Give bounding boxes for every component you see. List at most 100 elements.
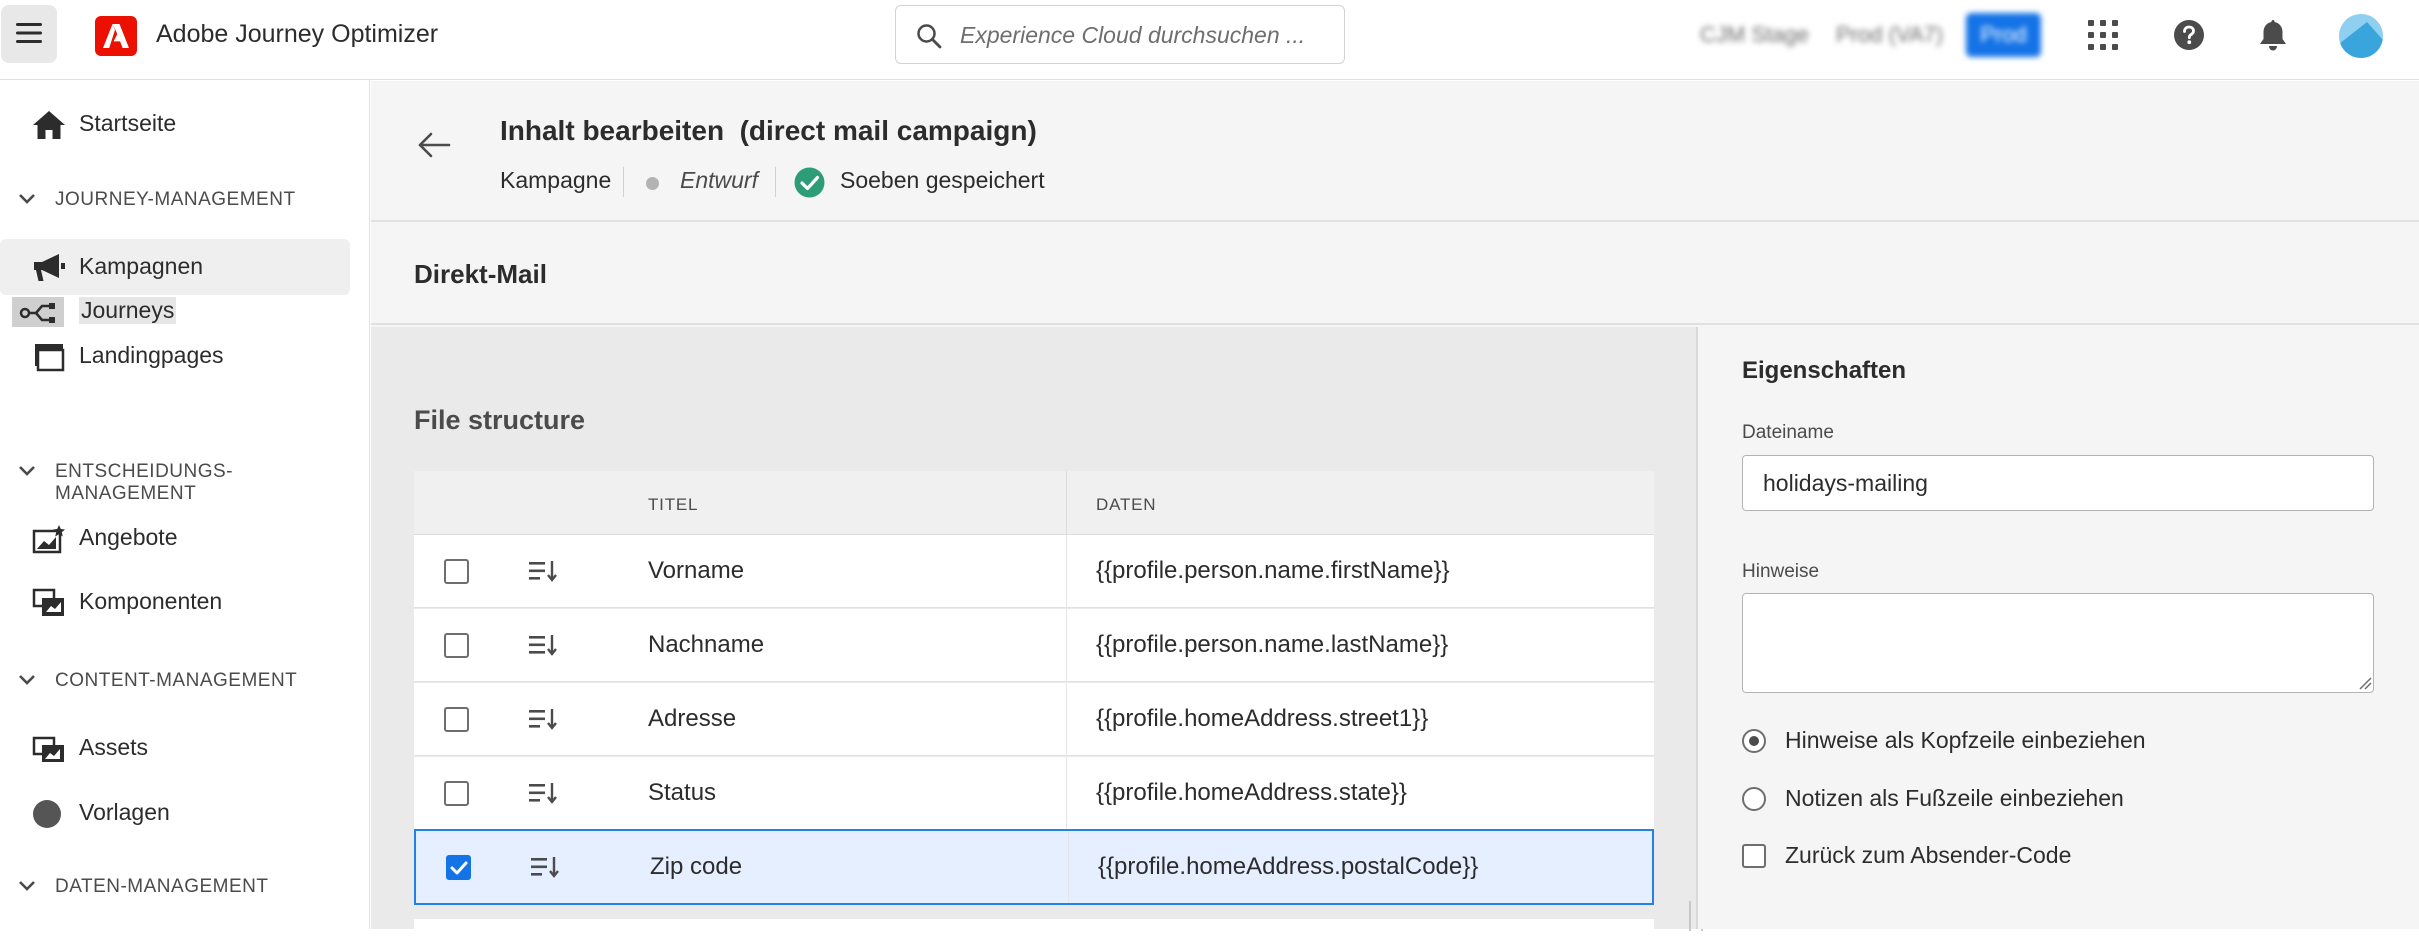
adobe-logo[interactable] (95, 16, 137, 56)
sidebar-item-label: Vorlagen (79, 799, 170, 825)
page-header: Inhalt bearbeiten (direct mail campaign)… (371, 81, 2419, 222)
row-title: Nachname (648, 631, 765, 658)
notes-textarea[interactable] (1742, 593, 2374, 693)
section-data-management[interactable]: DATEN-MANAGEMENT (0, 867, 370, 907)
reorder-icon[interactable] (528, 633, 558, 657)
table-row[interactable]: Nachname {{profile.person.name.lastName}… (414, 609, 1654, 682)
templates-icon (33, 800, 61, 828)
resize-grip-icon[interactable] (2358, 676, 2372, 690)
reorder-icon[interactable] (528, 781, 558, 805)
filename-label: Dateiname (1742, 422, 1834, 443)
cell-divider (1068, 831, 1069, 903)
sidebar-item-landingpages[interactable]: Landingpages (0, 328, 350, 384)
option-label: Notizen als Fußzeile einbeziehen (1785, 785, 2124, 811)
option-label: Hinweise als Kopfzeile einbeziehen (1785, 727, 2146, 753)
properties-panel: Eigenschaften Dateiname Hinweise Hinweis… (1699, 327, 2419, 929)
row-checkbox[interactable] (444, 559, 469, 584)
cell-divider (1066, 535, 1067, 607)
row-title: Zip code (650, 853, 743, 880)
channel-bar: Direkt-Mail (371, 224, 2419, 325)
table-row[interactable] (414, 919, 1654, 939)
column-header-data[interactable]: DATEN (1096, 495, 1156, 515)
top-bar: Adobe Journey Optimizer CJM Stage Prod (… (0, 0, 2419, 80)
panel-splitter[interactable] (1696, 327, 1698, 929)
table-row[interactable]: Adresse {{profile.homeAddress.street1}} (414, 683, 1654, 756)
chevron-down-icon (19, 466, 35, 476)
reorder-icon[interactable] (528, 707, 558, 731)
file-structure-panel: File structure TITEL DATEN Vorname {{pro… (371, 327, 1697, 939)
table-row[interactable]: Status {{profile.homeAddress.state}} (414, 757, 1654, 830)
row-data: {{profile.homeAddress.street1}} (1096, 705, 1429, 732)
org-switcher[interactable]: CJM Stage (1700, 22, 1809, 48)
help-icon[interactable] (2173, 19, 2205, 51)
sidebar: Startseite JOURNEY-MANAGEMENT Kampagnen … (0, 80, 370, 929)
notes-label: Hinweise (1742, 561, 1820, 582)
apps-grid-icon[interactable] (2087, 19, 2119, 51)
sidebar-item-label: Startseite (79, 110, 177, 136)
global-search[interactable] (895, 5, 1345, 64)
window-icon (35, 344, 65, 372)
environment-button[interactable]: Prod (1966, 13, 2041, 57)
row-data: {{profile.person.name.lastName}} (1096, 631, 1449, 658)
radio-selected[interactable] (1742, 729, 1766, 753)
row-data: {{profile.person.name.firstName}} (1096, 557, 1450, 584)
section-label: DATEN-MANAGEMENT (55, 876, 269, 897)
sidebar-item-assets[interactable]: Assets (0, 720, 350, 776)
search-input[interactable] (958, 16, 1328, 54)
section-decision-management[interactable]: ENTSCHEIDUNGS-MANAGEMENT (0, 452, 370, 504)
row-checkbox[interactable] (444, 633, 469, 658)
option-return-sender-code[interactable]: Zurück zum Absender-Code (1742, 839, 2382, 873)
adobe-icon (103, 24, 129, 48)
section-content-management[interactable]: CONTENT-MANAGEMENT (0, 661, 370, 701)
notifications-bell-icon[interactable] (2258, 18, 2288, 52)
filename-input[interactable] (1742, 455, 2374, 511)
sidebar-item-label: Kampagnen (79, 253, 204, 279)
row-checkbox[interactable] (444, 781, 469, 806)
sidebar-item-label: Angebote (79, 524, 178, 550)
sidebar-item-home[interactable]: Startseite (0, 96, 350, 152)
option-notes-as-header[interactable]: Hinweise als Kopfzeile einbeziehen (1742, 724, 2382, 758)
search-icon (917, 24, 942, 49)
checkbox-unchecked[interactable] (1742, 844, 1766, 868)
row-checkbox[interactable] (444, 707, 469, 732)
column-header-title[interactable]: TITEL (648, 495, 698, 515)
channel-title: Direkt-Mail (414, 259, 547, 289)
row-title: Vorname (648, 557, 745, 584)
megaphone-icon (34, 254, 65, 281)
radio-unselected[interactable] (1742, 787, 1766, 811)
reorder-icon[interactable] (528, 559, 558, 583)
option-notes-as-footer[interactable]: Notizen als Fußzeile einbeziehen (1742, 782, 2382, 816)
chevron-down-icon (19, 675, 35, 685)
sidebar-item-label: Journeys (79, 297, 177, 324)
row-title: Status (648, 779, 717, 806)
sidebar-item-offers[interactable]: Angebote (0, 510, 350, 566)
hamburger-icon (16, 23, 42, 43)
sidebar-item-components[interactable]: Komponenten (0, 574, 350, 630)
sidebar-item-templates[interactable]: Vorlagen (0, 785, 350, 841)
reorder-icon[interactable] (530, 855, 560, 879)
offers-icon (32, 525, 65, 554)
main-content: Inhalt bearbeiten (direct mail campaign)… (371, 81, 2419, 939)
page-title: Inhalt bearbeiten (direct mail campaign) (500, 115, 1037, 146)
components-icon (32, 588, 64, 616)
table-row-selected[interactable]: Zip code {{profile.homeAddress.postalCod… (414, 829, 1654, 905)
assets-icon (32, 736, 64, 762)
section-journey-management[interactable]: JOURNEY-MANAGEMENT (0, 180, 370, 220)
back-arrow-icon[interactable] (417, 131, 451, 159)
sidebar-item-label: Assets (79, 734, 149, 760)
file-structure-title: File structure (414, 405, 586, 435)
user-avatar[interactable] (2339, 14, 2383, 58)
row-data: {{profile.homeAddress.postalCode}} (1098, 853, 1479, 880)
menu-button[interactable] (1, 5, 57, 63)
avatar-icon (2339, 14, 2383, 58)
status-label: Entwurf (680, 167, 758, 193)
option-label: Zurück zum Absender-Code (1785, 842, 2072, 868)
cell-divider (1066, 683, 1067, 755)
sidebar-item-label: Komponenten (79, 588, 223, 614)
properties-title: Eigenschaften (1742, 357, 1907, 384)
row-checkbox-checked[interactable] (446, 855, 471, 880)
sandbox-switcher[interactable]: Prod (VA7) (1836, 22, 1943, 48)
meta-divider (623, 167, 624, 197)
table-row[interactable]: Vorname {{profile.person.name.firstName}… (414, 535, 1654, 608)
table-header: TITEL DATEN (414, 471, 1654, 535)
